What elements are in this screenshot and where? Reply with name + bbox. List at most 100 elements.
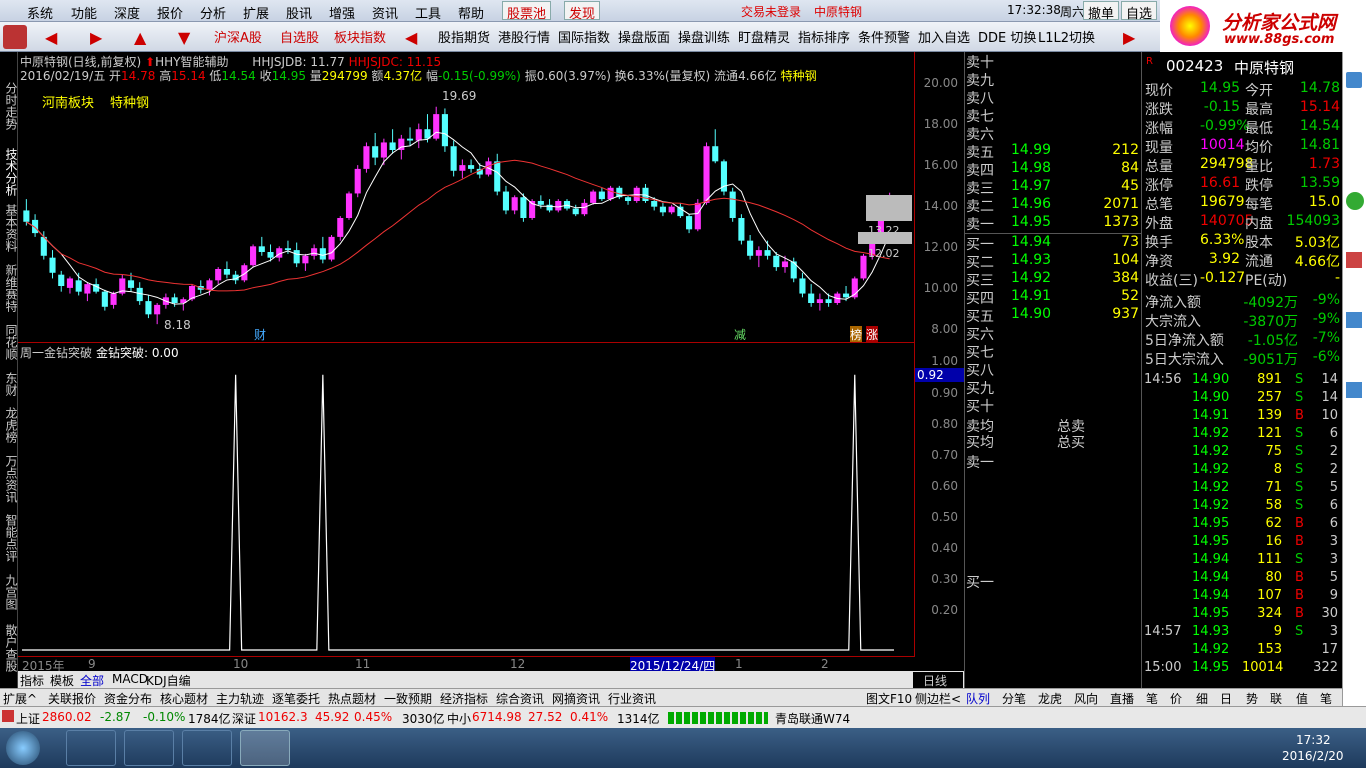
tab-all[interactable]: 全部: [80, 672, 104, 689]
func-industry-news[interactable]: 行业资讯: [608, 690, 656, 707]
menu-quote[interactable]: 报价: [157, 3, 183, 22]
app-icon[interactable]: [240, 730, 290, 766]
left-arrow-icon[interactable]: ◀: [405, 28, 417, 47]
orderbook-row[interactable]: 卖四 14.98 84: [965, 160, 1143, 179]
tab-indicator-sort[interactable]: 指标排序: [798, 27, 850, 46]
menu-depth[interactable]: 深度: [114, 3, 140, 22]
func-f10[interactable]: 图文F10: [866, 690, 912, 707]
orderbook-row[interactable]: 卖七: [965, 106, 1143, 125]
orderbook-row[interactable]: 买四 14.91 52: [965, 288, 1143, 307]
sidebar-item-lhb[interactable]: 龙虎榜: [1, 407, 18, 443]
tab-monitor[interactable]: 盯盘精灵: [738, 27, 790, 46]
detail-tab[interactable]: 风向: [1074, 690, 1098, 707]
func-sidebar[interactable]: 侧边栏<: [915, 690, 961, 707]
sidebar-item-ths[interactable]: 同花顺: [1, 324, 18, 360]
func-main-track[interactable]: 主力轨迹: [216, 690, 264, 707]
orderbook-row[interactable]: 卖二 14.96 2071: [965, 196, 1143, 215]
menu-enhance[interactable]: 增强: [329, 3, 355, 22]
orderbook-row[interactable]: 买二 14.93 104: [965, 252, 1143, 271]
start-icon[interactable]: [6, 731, 40, 765]
func-order[interactable]: 逐笔委托: [272, 690, 320, 707]
detail-tab[interactable]: 笔: [1146, 690, 1158, 707]
sidebar-item-dongcai[interactable]: 东财: [1, 372, 18, 396]
detail-tab[interactable]: 队列: [966, 690, 990, 707]
cancel-order-button[interactable]: 撤单: [1083, 1, 1120, 22]
orderbook-row[interactable]: 卖五 14.99 212: [965, 142, 1143, 161]
sidebar-item-intraday[interactable]: 分时走势: [1, 82, 18, 130]
tab-self-stocks[interactable]: 自选股: [280, 27, 319, 46]
detail-tab[interactable]: 价: [1170, 690, 1182, 707]
orderbook-row[interactable]: 卖六: [965, 124, 1143, 143]
func-core-theme[interactable]: 核心题材: [160, 690, 208, 707]
badge-cai[interactable]: 财: [254, 326, 266, 343]
tab-l1l2[interactable]: L1L2切换: [1038, 27, 1095, 46]
sidebar-item-smart-review[interactable]: 智能点评: [1, 514, 18, 562]
menu-help[interactable]: 帮助: [458, 3, 484, 22]
right-arrow-icon[interactable]: ▶: [1123, 28, 1135, 47]
down-arrow-icon[interactable]: ▼: [178, 28, 190, 47]
orderbook-row[interactable]: 卖十: [965, 52, 1143, 71]
detail-tab[interactable]: 日: [1220, 690, 1232, 707]
orderbook-row[interactable]: 卖三 14.97 45: [965, 178, 1143, 197]
orderbook-row[interactable]: 卖九: [965, 70, 1143, 89]
orderbook-row[interactable]: 买三 14.92 384: [965, 270, 1143, 289]
orderbook-row[interactable]: 卖一 14.95 1373: [965, 214, 1143, 233]
menu-tools[interactable]: 工具: [415, 3, 441, 22]
self-select-button[interactable]: 自选: [1121, 1, 1158, 22]
forward-arrow-icon[interactable]: ▶: [90, 28, 102, 47]
func-consensus[interactable]: 一致预期: [384, 690, 432, 707]
func-related[interactable]: 关联报价: [48, 690, 96, 707]
tab-intl-index[interactable]: 国际指数: [558, 27, 610, 46]
badge-bang[interactable]: 榜: [850, 326, 863, 343]
orderbook-row[interactable]: 买一 14.94 73: [965, 234, 1143, 253]
menu-function[interactable]: 功能: [71, 3, 97, 22]
menu-discover[interactable]: 发现: [564, 1, 601, 22]
indicator-panel[interactable]: 周一金钻突破 金钻突破: 0.00: [18, 342, 914, 657]
tab-layout[interactable]: 操盘版面: [618, 27, 670, 46]
menu-stockpool[interactable]: 股票池: [502, 1, 552, 22]
orderbook-row[interactable]: 买六: [965, 324, 1143, 343]
home-icon[interactable]: [3, 25, 27, 49]
badge-jian[interactable]: 减: [734, 326, 746, 343]
tab-dde[interactable]: DDE 切换: [978, 27, 1036, 46]
detail-tab[interactable]: 龙虎: [1038, 690, 1062, 707]
tab-sector-index[interactable]: 板块指数: [334, 27, 386, 46]
menu-news[interactable]: 股讯: [286, 3, 312, 22]
badge-icon[interactable]: [1346, 192, 1364, 210]
sidebar-item-xinweisaite[interactable]: 新维赛特: [1, 264, 18, 312]
detail-tab[interactable]: 笔: [1320, 690, 1332, 707]
rsi-icon[interactable]: [1346, 382, 1362, 398]
server-name[interactable]: 青岛联通W74: [775, 710, 850, 727]
orderbook-row[interactable]: 买七: [965, 342, 1143, 361]
sidebar-item-technical[interactable]: 技术分析: [1, 148, 18, 196]
tab-template[interactable]: 模板: [50, 672, 74, 689]
chart-icon[interactable]: [1346, 252, 1362, 268]
func-general-news[interactable]: 综合资讯: [496, 690, 544, 707]
detail-tab[interactable]: 势: [1246, 690, 1258, 707]
back-arrow-icon[interactable]: ◀: [45, 28, 57, 47]
menu-system[interactable]: 系统: [27, 3, 53, 22]
menu-info[interactable]: 资讯: [372, 3, 398, 22]
orderbook-row[interactable]: 买五 14.90 937: [965, 306, 1143, 325]
detail-tab[interactable]: 细: [1196, 690, 1208, 707]
detail-tab[interactable]: 分笔: [1002, 690, 1026, 707]
up-arrow-icon[interactable]: ▲: [134, 28, 146, 47]
tab-indicator[interactable]: 指标: [20, 672, 44, 689]
chrome-icon[interactable]: [124, 730, 174, 766]
tab-shsz-a[interactable]: 沪深A股: [214, 27, 262, 46]
tab-hk[interactable]: 港股行情: [498, 27, 550, 46]
func-extend[interactable]: 扩展^: [3, 690, 37, 707]
period-label[interactable]: 日线: [913, 672, 963, 689]
tab-training[interactable]: 操盘训练: [678, 27, 730, 46]
sidebar-item-retail-check[interactable]: 散户查股: [1, 624, 18, 672]
func-fund-dist[interactable]: 资金分布: [104, 690, 152, 707]
orderbook-row[interactable]: 买十: [965, 396, 1143, 415]
sidebar-item-nine-grid[interactable]: 九宫图: [1, 574, 18, 610]
folder-icon[interactable]: [182, 730, 232, 766]
detail-tab[interactable]: 联: [1270, 690, 1282, 707]
info-icon[interactable]: [1346, 72, 1362, 88]
func-hot-theme[interactable]: 热点题材: [328, 690, 376, 707]
tab-futures[interactable]: 股指期货: [438, 27, 490, 46]
orderbook-row[interactable]: 买九: [965, 378, 1143, 397]
orderbook-row[interactable]: 卖八: [965, 88, 1143, 107]
